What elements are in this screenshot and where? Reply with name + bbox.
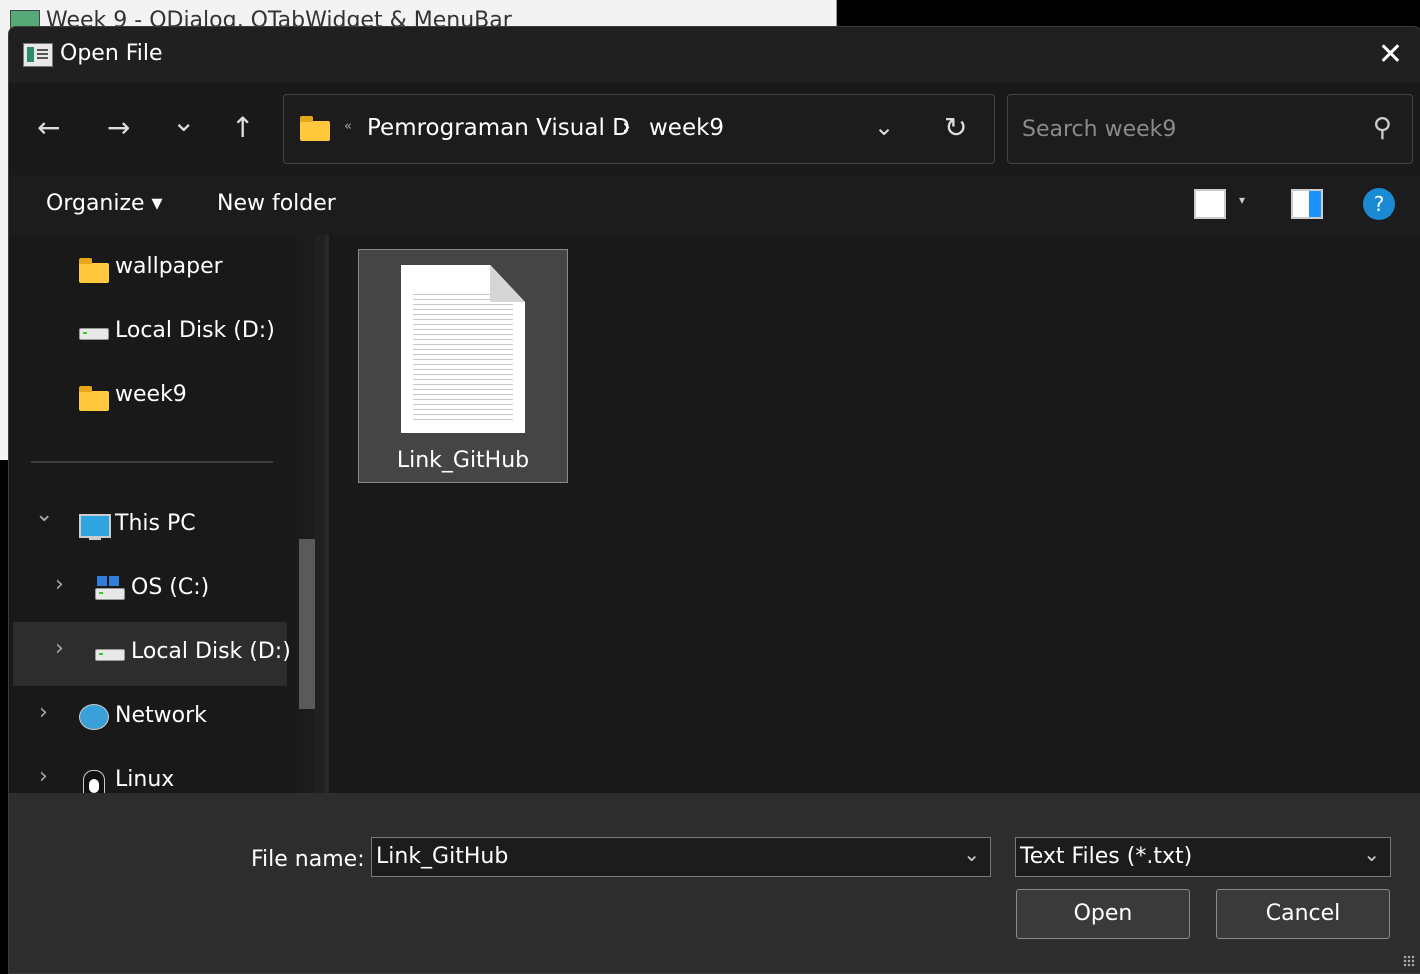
sidebar-item-label: Local Disk (D:) xyxy=(115,318,275,343)
preview-pane-icon[interactable] xyxy=(1291,189,1323,219)
file-list: Link_GitHub xyxy=(329,235,1420,793)
sidebar-item-this-pc[interactable]: ⌄ This PC xyxy=(9,494,297,558)
computer-icon xyxy=(79,514,111,540)
chevron-right-icon[interactable]: › xyxy=(55,572,64,597)
organize-button[interactable]: Organize ▾ xyxy=(46,191,163,216)
view-mode-icon[interactable] xyxy=(1194,189,1226,219)
sidebar-item-label: Local Disk (D:) xyxy=(131,639,291,664)
sidebar-item-network[interactable]: › Network xyxy=(9,686,297,750)
search-input[interactable] xyxy=(1020,111,1354,147)
sidebar-item-label: week9 xyxy=(115,382,187,407)
folder-icon xyxy=(79,258,109,283)
address-bar[interactable]: « Pemrograman Visual D › week9 ⌄ ↻ xyxy=(283,94,995,164)
breadcrumb-item[interactable]: Pemrograman Visual D xyxy=(367,115,630,141)
sidebar-item-linux[interactable]: › Linux xyxy=(9,750,297,793)
refresh-icon[interactable]: ↻ xyxy=(944,111,967,144)
sidebar-scrollbar-thumb[interactable] xyxy=(299,539,315,709)
chevron-right-icon[interactable]: › xyxy=(39,764,48,789)
document-lines xyxy=(413,290,513,420)
navigation-bar: ← → ⌄ ↑ « Pemrograman Visual D › week9 ⌄… xyxy=(9,83,1420,175)
breadcrumb-overflow-icon[interactable]: « xyxy=(344,119,352,134)
sidebar-item-label: Network xyxy=(115,703,207,728)
sidebar-item-local-disk-d-selected[interactable]: › Local Disk (D:) xyxy=(13,622,291,686)
search-box[interactable]: ⚲ xyxy=(1007,94,1413,164)
file-type-value[interactable]: Text Files (*.txt) xyxy=(1020,844,1192,869)
sidebar-item-local-disk-d[interactable]: Local Disk (D:) xyxy=(9,301,297,365)
drive-icon xyxy=(95,588,125,600)
linux-icon xyxy=(83,770,105,793)
help-icon[interactable]: ? xyxy=(1363,188,1395,220)
file-type-filter[interactable]: Text Files (*.txt) ⌄ xyxy=(1015,837,1391,877)
close-icon[interactable]: ✕ xyxy=(1378,37,1403,72)
command-toolbar: Organize ▾ New folder ▾ ? xyxy=(9,175,1420,235)
up-arrow-icon[interactable]: ↑ xyxy=(231,111,254,144)
drive-icon xyxy=(95,649,125,661)
breadcrumb-separator-icon[interactable]: › xyxy=(622,115,631,140)
file-name-combobox[interactable]: Link_GitHub ⌄ xyxy=(371,837,991,877)
sidebar-divider xyxy=(31,461,273,463)
sidebar-item-label: This PC xyxy=(115,511,196,536)
back-arrow-icon[interactable]: ← xyxy=(37,111,60,144)
breadcrumb-item[interactable]: week9 xyxy=(649,115,724,141)
chevron-right-icon[interactable]: › xyxy=(39,700,48,725)
forward-arrow-icon[interactable]: → xyxy=(107,111,130,144)
resize-grip-icon[interactable] xyxy=(1403,955,1415,967)
file-name-label: File name: xyxy=(251,847,365,872)
cancel-button[interactable]: Cancel xyxy=(1216,889,1390,939)
sidebar-item-week9[interactable]: week9 xyxy=(9,365,297,429)
chevron-down-icon[interactable]: ⌄ xyxy=(1363,842,1380,866)
chevron-down-icon[interactable]: ⌄ xyxy=(963,842,980,866)
open-file-dialog: Open File ✕ ← → ⌄ ↑ « Pemrograman Visual… xyxy=(8,26,1420,974)
navigation-pane: wallpaper Local Disk (D:) week9 ⌄ This P… xyxy=(9,235,299,793)
dialog-title: Open File xyxy=(60,41,163,66)
sidebar-item-label: Linux xyxy=(115,767,175,792)
chevron-down-icon[interactable]: ⌄ xyxy=(35,502,53,527)
folder-icon xyxy=(79,386,109,411)
folder-icon xyxy=(300,116,330,141)
sidebar-scrollbar[interactable] xyxy=(297,235,315,793)
file-name-value[interactable]: Link_GitHub xyxy=(376,844,508,869)
app-icon xyxy=(23,43,53,67)
dialog-titlebar: Open File ✕ xyxy=(9,27,1420,83)
open-button[interactable]: Open xyxy=(1016,889,1190,939)
sidebar-item-os-c[interactable]: › OS (C:) xyxy=(9,558,297,622)
search-icon[interactable]: ⚲ xyxy=(1373,113,1392,143)
recent-locations-chevron-icon[interactable]: ⌄ xyxy=(172,105,195,138)
address-dropdown-icon[interactable]: ⌄ xyxy=(874,113,894,141)
sidebar-item-label: OS (C:) xyxy=(131,575,210,600)
dialog-footer: File name: Link_GitHub ⌄ Text Files (*.t… xyxy=(9,793,1420,973)
chevron-right-icon[interactable]: › xyxy=(55,636,64,661)
file-name-label: Link_GitHub xyxy=(396,448,530,473)
network-icon xyxy=(79,704,109,730)
drive-icon xyxy=(79,328,109,340)
new-folder-button[interactable]: New folder xyxy=(217,191,336,216)
sidebar-item-wallpaper[interactable]: wallpaper xyxy=(9,237,297,301)
file-item-link-github[interactable]: Link_GitHub xyxy=(358,249,568,483)
sidebar-item-label: wallpaper xyxy=(115,254,223,279)
view-dropdown-icon[interactable]: ▾ xyxy=(1239,193,1245,207)
